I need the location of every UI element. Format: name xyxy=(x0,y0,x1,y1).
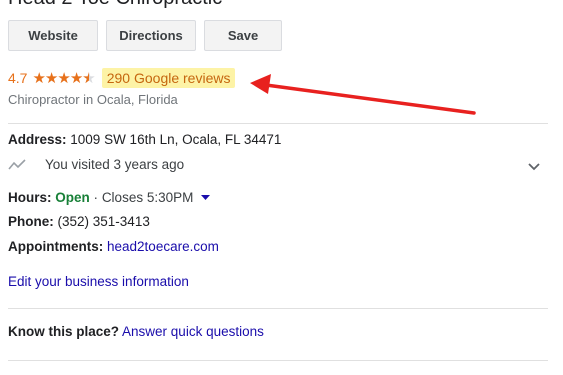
half-star-icon: ★★ xyxy=(82,69,96,87)
closing-time: Closes 5:30PM xyxy=(101,190,194,205)
address-line: Address: 1009 SW 16th Ln, Ocala, FL 3447… xyxy=(8,132,281,147)
hours-line: Hours: Open · Closes 5:30PM xyxy=(8,190,211,205)
answer-questions-link[interactable]: Answer quick questions xyxy=(122,324,264,339)
divider xyxy=(8,123,548,124)
edit-business-link[interactable]: Edit your business information xyxy=(8,274,189,289)
phone-label: Phone: xyxy=(8,214,54,229)
annotation-arrow-icon xyxy=(250,74,476,115)
appointments-link[interactable]: head2toecare.com xyxy=(107,239,219,254)
hours-separator: · xyxy=(93,190,99,205)
appointments-label: Appointments: xyxy=(8,239,104,254)
star-rating: ★ ★ ★ ★ ★★ xyxy=(32,71,95,86)
chevron-down-icon[interactable] xyxy=(527,162,541,172)
website-button[interactable]: Website xyxy=(8,20,98,51)
know-label: Know this place? xyxy=(8,324,120,339)
star-icon: ★ xyxy=(69,69,83,87)
phone-value[interactable]: (352) 351-3413 xyxy=(58,214,150,229)
open-status: Open xyxy=(55,190,90,205)
know-this-place-line: Know this place? Answer quick questions xyxy=(8,324,264,339)
visited-text: You visited 3 years ago xyxy=(45,157,185,172)
action-buttons: Website Directions Save xyxy=(8,20,282,51)
visited-row: You visited 3 years ago xyxy=(8,157,184,172)
caret-down-icon[interactable] xyxy=(201,195,211,201)
rating-value: 4.7 xyxy=(8,70,28,86)
business-title: Head 2 Toe Chiropractic xyxy=(8,0,222,10)
star-icon: ★ xyxy=(57,69,70,87)
divider xyxy=(8,308,548,309)
address-value: 1009 SW 16th Ln, Ocala, FL 34471 xyxy=(70,132,282,147)
trend-icon xyxy=(8,158,26,170)
phone-line: Phone: (352) 351-3413 xyxy=(8,214,150,229)
business-category: Chiropractor in Ocala, Florida xyxy=(8,92,178,107)
rating-row: 4.7 ★ ★ ★ ★ ★★ 290 Google reviews xyxy=(8,68,236,88)
directions-button[interactable]: Directions xyxy=(106,20,196,51)
address-label: Address: xyxy=(8,132,67,147)
star-icon: ★ xyxy=(44,69,58,87)
save-button[interactable]: Save xyxy=(204,20,282,51)
google-reviews-link[interactable]: 290 Google reviews xyxy=(101,68,236,88)
divider xyxy=(8,360,548,361)
star-icon: ★ xyxy=(32,69,45,87)
appointments-line: Appointments: head2toecare.com xyxy=(8,239,219,254)
hours-label: Hours: xyxy=(8,190,52,205)
